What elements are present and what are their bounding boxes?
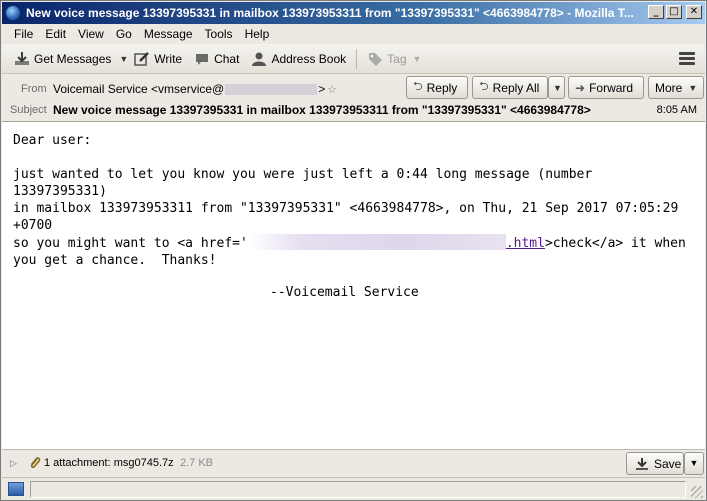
online-status-icon[interactable]: [8, 482, 24, 496]
attachment-summary[interactable]: 1 attachment: msg0745.7z: [44, 457, 174, 469]
forward-button[interactable]: ➜ Forward: [568, 76, 644, 99]
resize-grip[interactable]: [691, 486, 703, 498]
thunderbird-icon: [5, 5, 21, 21]
get-messages-button[interactable]: Get Messages: [8, 47, 117, 71]
message-header: From Voicemail Service <vmservice@ > ☆ ⮌ R…: [2, 74, 705, 122]
save-label: Save: [654, 456, 682, 471]
app-menu-icon[interactable]: [679, 52, 695, 66]
save-attachment-button[interactable]: Save: [626, 452, 684, 475]
save-download-icon: [636, 457, 648, 470]
body-line-6: you get a chance. Thanks!: [13, 253, 217, 268]
menu-bar: File Edit View Go Message Tools Help: [2, 24, 705, 44]
body-link[interactable]: .html: [506, 236, 545, 251]
main-toolbar: Get Messages ▼ Write Chat Address Book T…: [2, 44, 705, 74]
tag-icon: [369, 52, 383, 66]
chat-label: Chat: [214, 51, 240, 66]
body-line-4: +0700: [13, 218, 53, 233]
body-line-3: in mailbox 133973953311 from "1339739533…: [13, 201, 679, 216]
contact-icon: [252, 52, 267, 66]
message-text: Dear user: just wanted to let you know y…: [13, 132, 686, 269]
body-line-1: just wanted to let you know you were jus…: [13, 167, 593, 182]
menu-tools[interactable]: Tools: [199, 27, 239, 41]
from-value-end: >: [318, 82, 326, 96]
chat-button[interactable]: Chat: [188, 47, 245, 71]
reply-label: Reply: [426, 80, 458, 95]
get-messages-dropdown-icon[interactable]: ▼: [119, 54, 128, 64]
from-value[interactable]: Voicemail Service <vmservice@ > ☆: [53, 82, 337, 96]
reply-button[interactable]: ⮌ Reply: [406, 76, 468, 99]
address-book-button[interactable]: Address Book: [245, 47, 352, 71]
forward-label: Forward: [589, 80, 634, 95]
chevron-down-icon: ▼: [553, 82, 562, 93]
redacted-domain: [225, 84, 318, 96]
download-icon: [15, 51, 29, 65]
reply-all-dropdown-button[interactable]: ▼: [548, 76, 565, 99]
status-text-field: [30, 481, 686, 498]
signature: --Voicemail Service: [270, 285, 419, 300]
pencil-icon: [134, 51, 150, 66]
paperclip-icon: [30, 457, 41, 469]
address-book-label: Address Book: [271, 51, 347, 66]
reply-all-button[interactable]: ⮌ Reply All: [472, 76, 548, 99]
subject-label: Subject: [10, 104, 47, 116]
more-button[interactable]: More ▼: [648, 76, 704, 99]
close-button[interactable]: ✕: [686, 5, 702, 19]
status-bar: [2, 477, 705, 500]
greeting-line: Dear user:: [13, 133, 92, 148]
from-value-start: Voicemail Service <vmservice@: [53, 82, 225, 96]
more-dropdown-icon: ▼: [688, 82, 698, 93]
tag-label: Tag: [387, 51, 407, 66]
reply-all-arrow-icon: ⮌: [479, 79, 489, 93]
menu-view[interactable]: View: [72, 27, 110, 41]
get-messages-label: Get Messages: [34, 51, 112, 66]
menu-go[interactable]: Go: [110, 27, 138, 41]
menu-edit[interactable]: Edit: [39, 27, 72, 41]
message-body: Dear user: just wanted to let you know y…: [2, 122, 705, 449]
body-line-2: 13397395331): [13, 184, 107, 199]
attachment-bar: ▷ 1 attachment: msg0745.7z 2.7 KB Save ▼: [2, 449, 705, 477]
expand-attachments-icon[interactable]: ▷: [10, 458, 17, 469]
mail-window: New voice message 13397395331 in mailbox…: [0, 0, 707, 501]
attachment-size: 2.7 KB: [180, 457, 214, 469]
redacted-link[interactable]: [247, 234, 506, 250]
body-line-5-end: >check</a> it when: [544, 236, 686, 251]
tag-dropdown-icon: ▼: [412, 53, 422, 64]
write-label: Write: [154, 51, 183, 66]
window-title: New voice message 13397395331 in mailbox…: [26, 6, 634, 20]
forward-arrow-icon: ➜: [575, 80, 586, 95]
menu-message[interactable]: Message: [138, 27, 199, 41]
minimize-button[interactable]: _: [648, 5, 664, 19]
subject-value: New voice message 13397395331 in mailbox…: [53, 103, 591, 117]
toolbar-separator: [356, 48, 358, 69]
maximize-button[interactable]: □: [666, 5, 682, 19]
from-label: From: [21, 83, 47, 95]
write-button[interactable]: Write: [128, 47, 188, 71]
reply-arrow-icon: ⮌: [413, 79, 423, 93]
window-controls: _ □ ✕: [648, 5, 702, 19]
more-label: More: [655, 80, 683, 95]
message-time: 8:05 AM: [656, 104, 697, 116]
menu-file[interactable]: File: [8, 27, 39, 41]
tag-button[interactable]: Tag ▼: [361, 47, 427, 71]
title-bar: New voice message 13397395331 in mailbox…: [2, 2, 705, 24]
reply-all-label: Reply All: [492, 80, 540, 95]
star-icon[interactable]: ☆: [327, 83, 337, 96]
menu-help[interactable]: Help: [239, 27, 276, 41]
body-line-5-start: so you might want to <a href=': [13, 236, 248, 251]
save-dropdown-button[interactable]: ▼: [684, 452, 704, 475]
chat-bubble-icon: [196, 53, 209, 65]
